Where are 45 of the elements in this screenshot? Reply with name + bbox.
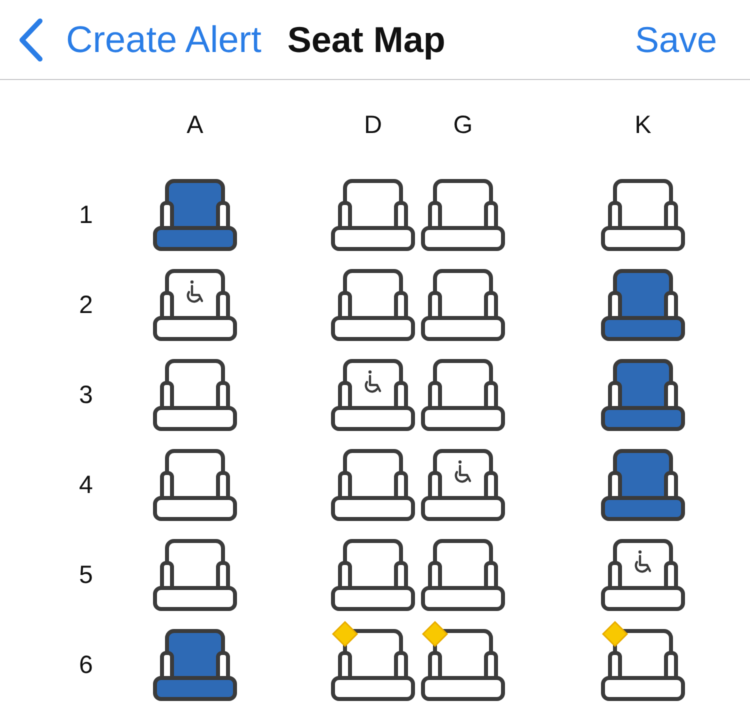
diamond-icon xyxy=(602,621,628,648)
seat-icon[interactable] xyxy=(331,621,415,701)
seat-icon[interactable] xyxy=(421,539,505,611)
diamond-icon xyxy=(332,621,358,648)
seat-icon[interactable] xyxy=(601,449,685,521)
seat-icon[interactable] xyxy=(421,359,505,431)
seat-icon[interactable] xyxy=(153,449,237,521)
seat-icon[interactable] xyxy=(331,179,415,251)
row-number: 3 xyxy=(79,380,93,410)
seat-icon[interactable] xyxy=(153,629,237,701)
wheelchair-icon xyxy=(364,370,382,393)
row-number: 4 xyxy=(79,470,93,500)
seat-icon[interactable] xyxy=(331,449,415,521)
seat-icon[interactable] xyxy=(421,621,505,701)
row-number: 6 xyxy=(79,650,93,680)
column-label: D xyxy=(364,110,382,140)
seat-icon[interactable] xyxy=(153,359,237,431)
seat-icon[interactable] xyxy=(153,269,237,341)
seat-icon[interactable] xyxy=(153,179,237,251)
seat-icon[interactable] xyxy=(601,539,685,611)
diamond-icon xyxy=(422,621,448,648)
column-label: A xyxy=(186,110,204,140)
wheelchair-icon xyxy=(634,550,652,573)
screen-title: Seat Map xyxy=(287,18,446,60)
chevron-left-icon xyxy=(18,18,44,62)
row-number: 5 xyxy=(79,560,93,590)
back-button[interactable]: Create Alert xyxy=(18,18,262,62)
seat-icon[interactable] xyxy=(601,269,685,341)
column-label: G xyxy=(453,110,473,140)
row-number: 1 xyxy=(79,200,93,230)
seat-icon[interactable] xyxy=(331,359,415,431)
wheelchair-icon xyxy=(186,280,204,303)
seat-icon[interactable] xyxy=(601,179,685,251)
seat-icon[interactable] xyxy=(331,269,415,341)
seat-icon[interactable] xyxy=(421,179,505,251)
seat-icon[interactable] xyxy=(153,539,237,611)
seat-icon[interactable] xyxy=(601,621,685,701)
seat-icon[interactable] xyxy=(601,359,685,431)
wheelchair-icon xyxy=(454,460,472,483)
seat-icon[interactable] xyxy=(421,269,505,341)
row-number: 2 xyxy=(79,290,93,320)
seat-icon[interactable] xyxy=(331,539,415,611)
column-label: K xyxy=(634,110,652,140)
seat-icon[interactable] xyxy=(421,449,505,521)
save-button[interactable]: Save xyxy=(634,18,717,60)
